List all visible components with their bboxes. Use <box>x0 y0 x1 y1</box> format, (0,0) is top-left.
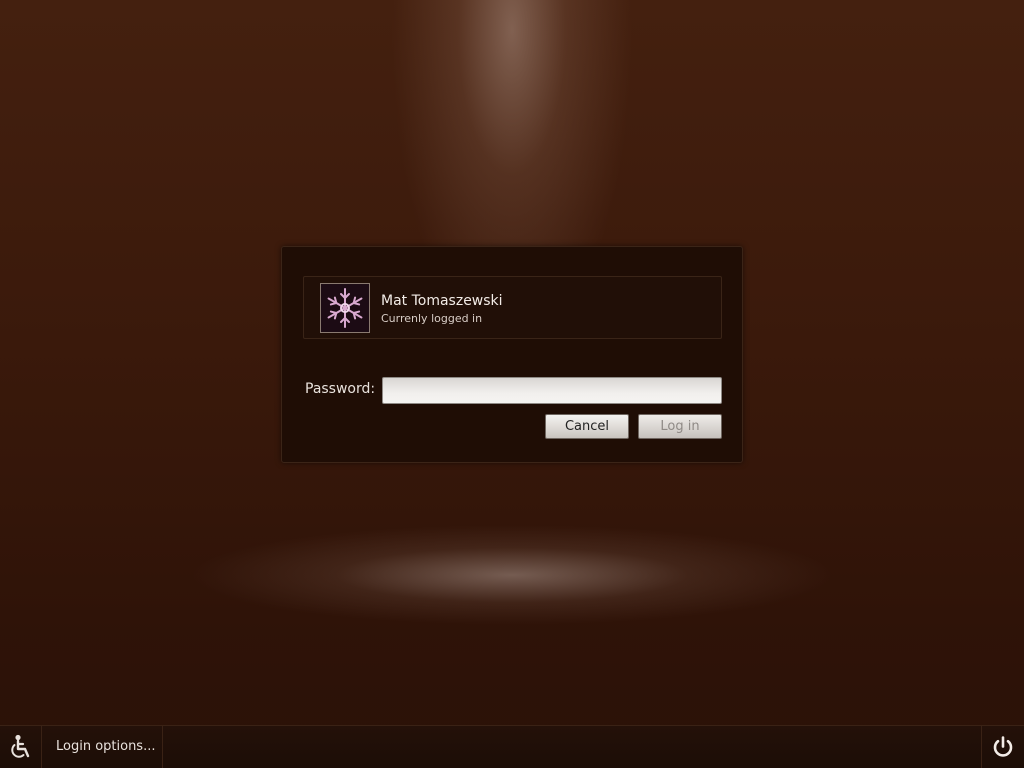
user-name: Mat Tomaszewski <box>381 293 503 309</box>
bottom-panel: Login options... <box>0 725 1024 768</box>
cancel-button[interactable]: Cancel <box>545 414 629 439</box>
user-entry[interactable]: Mat Tomaszewski Currenly logged in <box>303 276 722 339</box>
login-button[interactable]: Log in <box>638 414 722 439</box>
login-options-button[interactable]: Login options... <box>42 726 163 768</box>
password-input[interactable] <box>382 377 722 404</box>
power-button[interactable] <box>981 726 1024 768</box>
login-dialog: Mat Tomaszewski Currenly logged in Passw… <box>281 246 743 463</box>
user-status: Currenly logged in <box>381 312 483 325</box>
accessibility-button[interactable] <box>0 726 42 768</box>
snowflake-icon <box>320 283 370 333</box>
password-label: Password: <box>305 381 376 397</box>
